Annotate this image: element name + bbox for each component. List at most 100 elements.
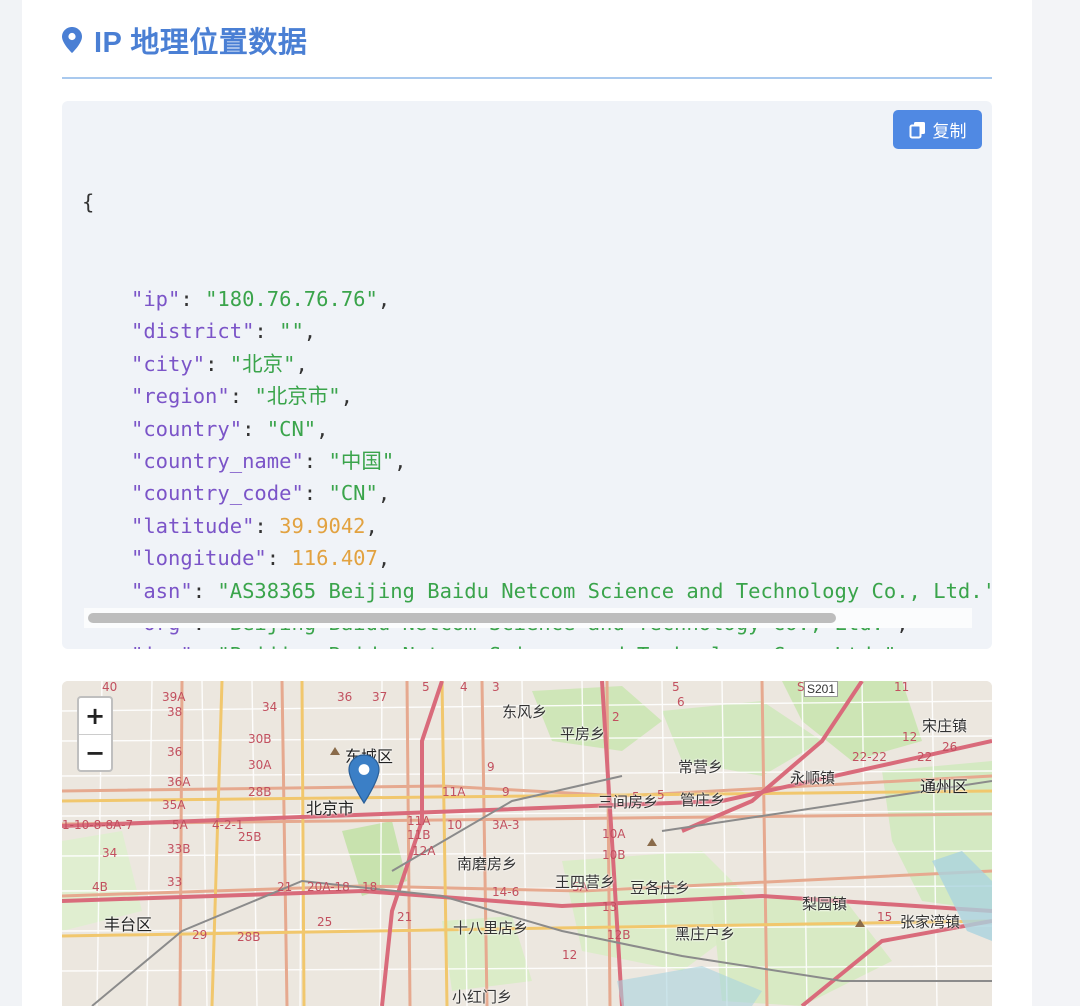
svg-text:10: 10	[447, 818, 462, 832]
json-value: "AS38365 Beijing Baidu Netcom Science an…	[217, 578, 992, 603]
json-comma: ,	[377, 287, 391, 312]
scrollbar-thumb[interactable]	[88, 613, 836, 623]
json-value: ""	[279, 319, 304, 344]
json-key: "district"	[131, 319, 255, 344]
map-place-label: 张家湾镇	[900, 914, 961, 931]
svg-text:3A-3: 3A-3	[492, 818, 520, 832]
zoom-in-button[interactable]: +	[79, 698, 111, 735]
json-key: "region"	[131, 384, 230, 409]
json-value: "Beijing Baidu Netcom Science and Techno…	[217, 643, 896, 649]
section-divider	[62, 77, 992, 79]
svg-text:12: 12	[562, 948, 577, 962]
svg-text:29: 29	[192, 928, 207, 942]
json-comma: ,	[394, 448, 407, 473]
svg-text:12A: 12A	[412, 844, 436, 858]
section-title: IP 地理位置数据	[94, 27, 308, 59]
json-value: "CN"	[266, 416, 317, 441]
json-value: 39.9042	[279, 513, 366, 538]
map-place-label: 常营乡	[678, 759, 724, 776]
svg-text:2: 2	[612, 710, 620, 724]
svg-text:30B: 30B	[248, 732, 272, 746]
json-key: "country_code"	[131, 481, 304, 506]
json-key: "latitude"	[131, 513, 255, 538]
svg-text:35A: 35A	[162, 798, 186, 812]
json-key: "ip"	[131, 287, 181, 312]
svg-text:11A: 11A	[407, 814, 431, 828]
horizontal-scrollbar[interactable]	[84, 608, 972, 628]
json-key: "asn"	[131, 578, 193, 603]
json-fields: "ip": "180.76.76.76", "district": "", "cit…	[82, 283, 992, 649]
json-comma: ,	[365, 513, 378, 538]
json-open-brace: {	[82, 189, 95, 214]
json-comma: ,	[377, 546, 391, 571]
location-marker-icon[interactable]	[348, 754, 380, 805]
json-field-row: "country_code": "CN",	[131, 481, 391, 506]
svg-text:34: 34	[102, 846, 117, 860]
json-value: 116.407	[291, 546, 378, 571]
svg-text:15: 15	[877, 910, 892, 924]
svg-text:22: 22	[917, 750, 932, 764]
svg-text:36: 36	[337, 690, 352, 704]
map-place-label: 北京市	[306, 801, 355, 818]
json-comma: ,	[295, 351, 308, 376]
svg-text:36: 36	[167, 745, 182, 759]
json-comma: ,	[316, 416, 329, 441]
json-field-row: "country_name": "中国",	[131, 448, 407, 473]
json-value: "北京"	[229, 351, 296, 376]
map-tiles: 4039A38 3636A30B 30A28B25B 35A1-10-8-8A-…	[62, 681, 992, 1006]
json-field-row: "country": "CN",	[131, 416, 329, 441]
svg-text:3: 3	[492, 681, 500, 694]
zoom-control: + −	[77, 696, 113, 772]
svg-text:9: 9	[502, 785, 510, 799]
svg-text:4B: 4B	[92, 880, 108, 894]
map-place-label: 豆各庄乡	[630, 880, 691, 897]
map-place-label: S201	[804, 681, 839, 697]
svg-text:9: 9	[487, 760, 495, 774]
json-code-block: 复制 { "ip": "180.76.76.76", "district": ""…	[62, 101, 992, 649]
svg-text:12B: 12B	[607, 928, 631, 942]
json-field-row: "district": "",	[131, 319, 317, 344]
json-field-row: "latitude": 39.9042,	[131, 513, 378, 538]
svg-text:36A: 36A	[167, 775, 191, 789]
json-key: "isp"	[131, 643, 193, 649]
json-value: "北京市"	[254, 384, 341, 409]
map-place-label: 三间房乡	[598, 794, 659, 811]
svg-text:4-2-1: 4-2-1	[212, 818, 244, 832]
svg-text:6: 6	[677, 695, 685, 709]
map-place-label: 东风乡	[502, 704, 548, 721]
map-place-label: 丰台区	[104, 917, 153, 934]
svg-text:28B: 28B	[248, 785, 272, 799]
map-place-label: 管庄乡	[680, 792, 726, 809]
svg-text:10B: 10B	[602, 848, 626, 862]
map-place-label: 小红门乡	[452, 989, 513, 1006]
map-place-label: 通州区	[920, 779, 969, 796]
svg-text:28B: 28B	[237, 930, 261, 944]
json-field-row: "city": "北京",	[131, 351, 308, 376]
svg-text:18: 18	[362, 880, 377, 894]
svg-text:39A: 39A	[162, 690, 186, 704]
json-key: "city"	[131, 351, 206, 376]
zoom-out-button[interactable]: −	[79, 735, 111, 771]
svg-text:4: 4	[460, 681, 468, 694]
map-marker-icon	[62, 27, 82, 53]
svg-text:11: 11	[894, 681, 909, 694]
map-place-label: 王四营乡	[555, 874, 616, 891]
json-value: "中国"	[328, 448, 395, 473]
json-value: "180.76.76.76"	[205, 287, 378, 312]
svg-text:14-6: 14-6	[492, 885, 519, 899]
map-place-label: 永顺镇	[790, 770, 836, 787]
svg-text:25B: 25B	[238, 830, 262, 844]
json-comma: ,	[377, 481, 391, 506]
json-value: "CN"	[328, 481, 378, 506]
svg-text:22-22: 22-22	[852, 750, 887, 764]
svg-text:37: 37	[372, 690, 387, 704]
json-comma: ,	[896, 643, 908, 649]
svg-text:5: 5	[657, 788, 665, 802]
json-content: { "ip": "180.76.76.76", "district": "", "c…	[82, 121, 992, 649]
svg-text:5: 5	[672, 681, 680, 694]
svg-text:11A: 11A	[442, 785, 466, 799]
svg-text:25: 25	[317, 915, 332, 929]
map-panel[interactable]: 40 39A 38 36 36A 30B 30A 28B 25B 35A 1-10-8-8A-…	[62, 681, 992, 1006]
page-gutter	[1032, 0, 1080, 1006]
svg-text:34: 34	[262, 700, 277, 714]
